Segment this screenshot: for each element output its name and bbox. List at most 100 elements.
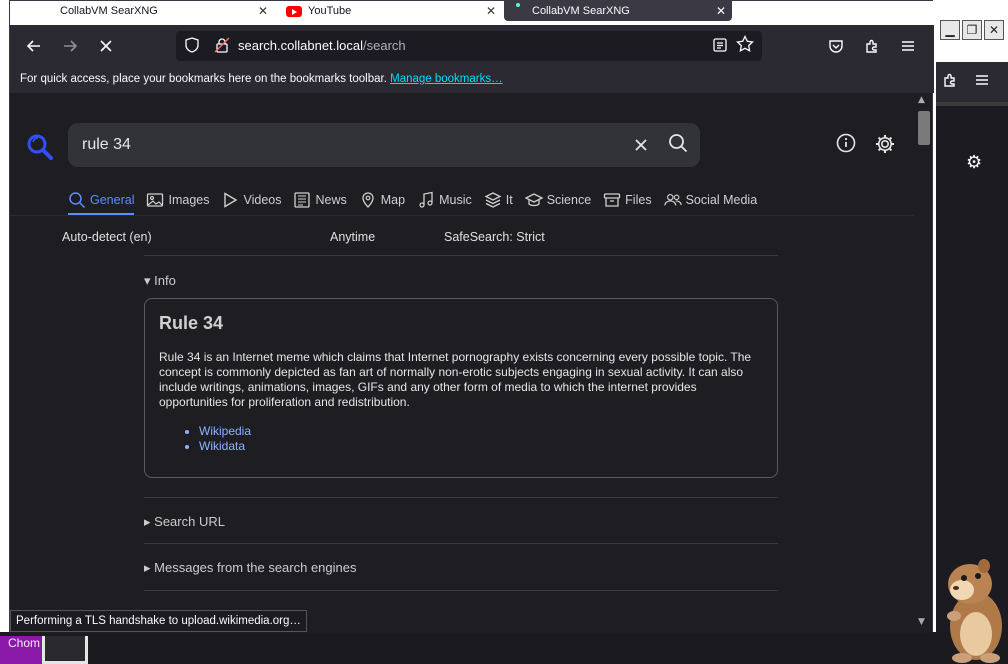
hamster-mascot-icon bbox=[947, 559, 1002, 663]
tab-social-media[interactable]: Social Media bbox=[663, 185, 757, 215]
tab-label: Science bbox=[546, 193, 592, 207]
close-icon[interactable]: ✕ bbox=[716, 4, 726, 18]
youtube-icon bbox=[286, 5, 302, 17]
url-path: /search bbox=[363, 38, 406, 53]
tab-news[interactable]: News bbox=[293, 185, 347, 215]
clear-search-button[interactable] bbox=[634, 133, 648, 157]
people-icon bbox=[663, 194, 682, 206]
info-summary-label: Info bbox=[154, 273, 176, 288]
bookmark-star-icon[interactable] bbox=[736, 34, 754, 58]
tab-label: Files bbox=[625, 193, 652, 207]
wikipedia-link[interactable]: Wikipedia bbox=[199, 424, 763, 439]
taskbar-window-button[interactable] bbox=[42, 636, 88, 664]
tab-title: CollabVM SearXNG bbox=[60, 5, 158, 17]
reader-view-icon[interactable] bbox=[712, 37, 728, 57]
manage-bookmarks-link[interactable]: Manage bookmarks… bbox=[390, 73, 503, 85]
url-host: search.collabnet.local bbox=[238, 38, 364, 53]
map-pin-icon bbox=[362, 192, 374, 208]
tab-files[interactable]: Files bbox=[603, 185, 652, 215]
menu-icon[interactable] bbox=[974, 72, 990, 92]
close-icon[interactable]: ✕ bbox=[258, 4, 268, 18]
tab-label: Videos bbox=[243, 193, 282, 207]
navigation-toolbar: search.collabnet.local/search bbox=[10, 25, 934, 67]
infobox-links: Wikipedia Wikidata bbox=[199, 424, 763, 454]
tab-label: Map bbox=[380, 193, 406, 207]
puzzle-icon bbox=[866, 39, 877, 53]
browser-window: CollabVM SearXNG ✕ YouTube ✕ CollabVM Se… bbox=[9, 0, 934, 633]
tab-general[interactable]: General bbox=[68, 185, 135, 215]
arrow-left-icon bbox=[26, 40, 40, 52]
newspaper-icon bbox=[294, 192, 311, 208]
close-icon bbox=[635, 139, 647, 151]
taskbar bbox=[0, 632, 1008, 664]
search-icon bbox=[669, 134, 688, 153]
about-button[interactable] bbox=[836, 133, 856, 157]
search-url-toggle[interactable]: ▸ Search URL bbox=[144, 497, 778, 530]
tab-label: News bbox=[315, 193, 347, 207]
gear-icon[interactable]: ⚙ bbox=[966, 152, 982, 173]
tab-images[interactable]: Images bbox=[146, 185, 209, 215]
tab-music[interactable]: Music bbox=[417, 185, 472, 215]
gear-icon bbox=[876, 135, 894, 153]
extensions-button[interactable] bbox=[858, 33, 886, 59]
expanded-triangle-icon: ▾ bbox=[144, 273, 151, 288]
tab-label: It bbox=[505, 193, 513, 207]
search-button[interactable] bbox=[668, 133, 688, 157]
close-icon[interactable]: ✕ bbox=[486, 4, 496, 18]
time-range-select[interactable]: Anytime bbox=[330, 230, 375, 244]
app-menu-button[interactable] bbox=[894, 33, 922, 59]
search-input[interactable]: rule 34 bbox=[68, 123, 700, 167]
searxng-logo-icon[interactable] bbox=[26, 133, 54, 161]
tab-science[interactable]: Science bbox=[524, 185, 592, 215]
url-bar[interactable]: search.collabnet.local/search bbox=[176, 31, 762, 61]
tab-searxng[interactable]: CollabVM SearXNG ✕ bbox=[10, 1, 274, 21]
divider bbox=[144, 255, 778, 256]
close-icon bbox=[100, 40, 112, 52]
info-toggle[interactable]: ▾ Info bbox=[144, 273, 176, 289]
loading-dot-icon bbox=[516, 3, 520, 7]
collapsed-triangle-icon: ▸ bbox=[144, 560, 151, 575]
url-text[interactable]: search.collabnet.local/search bbox=[238, 38, 406, 53]
preferences-button[interactable] bbox=[874, 133, 896, 159]
scroll-down-icon[interactable]: ▼ bbox=[918, 617, 925, 627]
background-window-strip bbox=[936, 102, 1008, 132]
tracking-protection-icon[interactable] bbox=[184, 37, 200, 55]
tab-searxng-active[interactable]: CollabVM SearXNG ✕ bbox=[504, 1, 732, 21]
collapsed-triangle-icon: ▸ bbox=[144, 514, 151, 529]
scroll-thumb[interactable] bbox=[918, 111, 930, 145]
play-icon bbox=[224, 192, 238, 208]
tab-title: YouTube bbox=[308, 5, 352, 17]
restore-icon[interactable]: ❐ bbox=[962, 20, 982, 40]
search-url-label: Search URL bbox=[154, 514, 225, 529]
stop-button[interactable] bbox=[92, 33, 120, 59]
wikidata-link[interactable]: Wikidata bbox=[199, 439, 763, 454]
scrollbar[interactable]: ▲ ▼ bbox=[914, 93, 932, 633]
insecure-lock-icon[interactable] bbox=[214, 37, 230, 55]
divider bbox=[144, 590, 778, 591]
back-button[interactable] bbox=[20, 33, 48, 59]
bookmarks-toolbar: For quick access, place your bookmarks h… bbox=[10, 67, 934, 93]
tab-strip: CollabVM SearXNG ✕ YouTube ✕ CollabVM Se… bbox=[10, 1, 934, 25]
close-icon[interactable]: ✕ bbox=[984, 20, 1004, 40]
page-content: rule 34 General Images Videos News Map M… bbox=[10, 93, 914, 633]
extensions-icon[interactable] bbox=[942, 72, 958, 92]
engine-messages-toggle[interactable]: ▸ Messages from the search engines bbox=[144, 543, 778, 576]
language-select[interactable]: Auto-detect (en) bbox=[62, 230, 152, 244]
school-icon bbox=[524, 193, 543, 207]
search-query-text[interactable]: rule 34 bbox=[82, 136, 131, 154]
pocket-button[interactable] bbox=[822, 33, 850, 59]
safesearch-select[interactable]: SafeSearch: Strict bbox=[444, 230, 545, 244]
tab-label: General bbox=[90, 193, 135, 207]
scroll-up-icon[interactable]: ▲ bbox=[918, 95, 925, 105]
infobox-title: Rule 34 bbox=[159, 313, 224, 333]
tab-videos[interactable]: Videos bbox=[221, 185, 281, 215]
tab-title: CollabVM SearXNG bbox=[532, 5, 630, 17]
forward-button[interactable] bbox=[56, 33, 84, 59]
background-window-controls: ▁ ❐ ✕ bbox=[940, 20, 1008, 44]
tab-youtube[interactable]: YouTube ✕ bbox=[282, 1, 502, 21]
category-tabs: General Images Videos News Map Music It … bbox=[68, 185, 769, 215]
image-icon bbox=[147, 193, 164, 207]
tab-it[interactable]: It bbox=[484, 185, 513, 215]
minimize-icon[interactable]: ▁ bbox=[940, 20, 960, 40]
tab-map[interactable]: Map bbox=[359, 185, 405, 215]
